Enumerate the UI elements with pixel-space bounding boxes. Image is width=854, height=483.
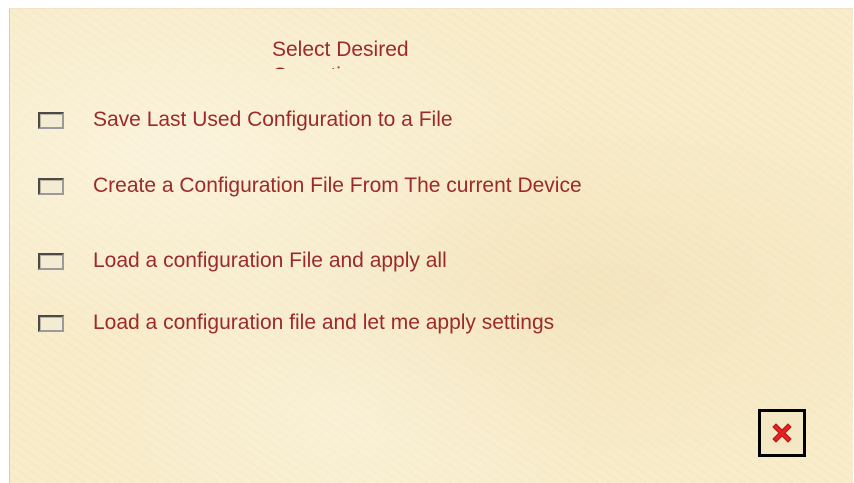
option-load-apply-settings[interactable]: Load a configuration file and let me app… <box>38 308 554 338</box>
close-button[interactable] <box>758 409 806 457</box>
configuration-dialog: Select Desired Operation Save Last Used … <box>9 8 853 483</box>
checkbox[interactable] <box>38 111 64 129</box>
checkbox[interactable] <box>38 252 64 270</box>
checkbox[interactable] <box>38 314 64 332</box>
option-label[interactable]: Create a Configuration File From The cur… <box>93 174 582 198</box>
option-create-from-device[interactable]: Create a Configuration File From The cur… <box>38 171 582 201</box>
option-label[interactable]: Load a configuration file and let me app… <box>93 311 554 335</box>
option-label[interactable]: Save Last Used Configuration to a File <box>93 108 453 132</box>
dialog-heading: Select Desired Operation <box>272 37 472 77</box>
heading-partial-text: Operation <box>272 63 472 69</box>
option-save-last-used[interactable]: Save Last Used Configuration to a File <box>38 105 453 135</box>
checkbox[interactable] <box>38 177 64 195</box>
option-label[interactable]: Load a configuration File and apply all <box>93 249 447 273</box>
option-load-apply-all[interactable]: Load a configuration File and apply all <box>38 246 447 276</box>
heading-title: Select Desired <box>272 38 409 61</box>
close-icon <box>772 423 792 443</box>
